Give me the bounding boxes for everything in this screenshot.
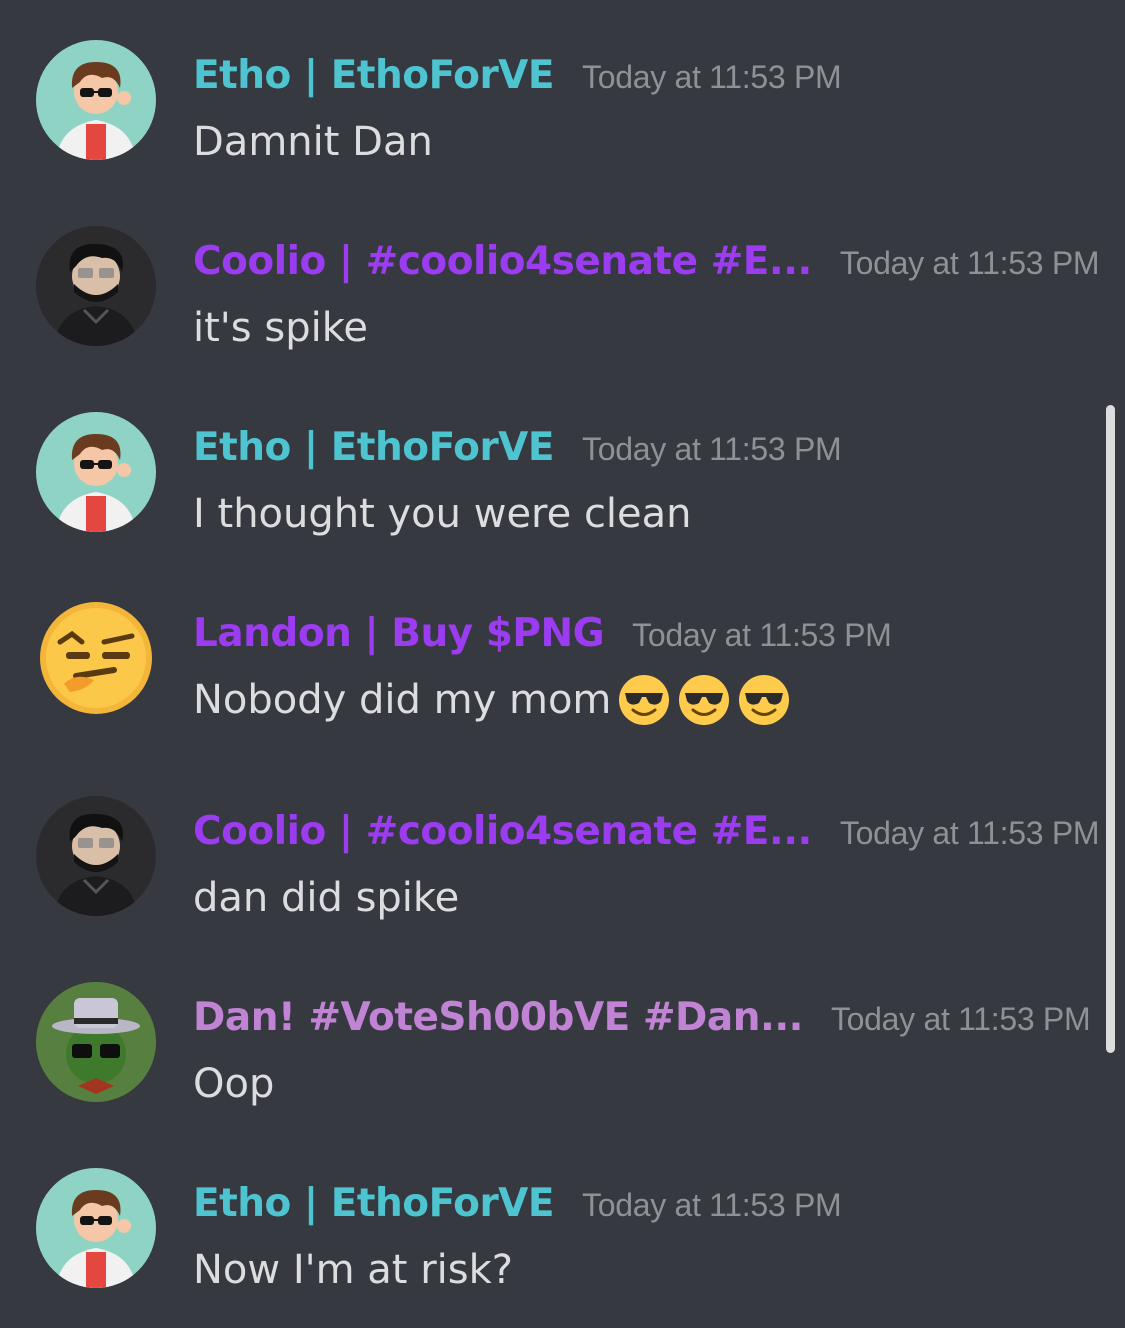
message-content: Damnit Dan xyxy=(193,112,433,172)
chat-messages: Etho | EthoForVE Today at 11:53 PM Damni… xyxy=(0,0,1105,1307)
coolio-avatar-icon xyxy=(36,226,156,346)
username[interactable]: Dan! #VoteSh00bVE #Dan... xyxy=(193,988,803,1048)
sunglasses-emoji-icon[interactable] xyxy=(677,673,731,727)
timestamp: Today at 11:53 PM xyxy=(582,431,842,467)
message-header: Landon | Buy $PNG Today at 11:53 PM xyxy=(193,604,892,664)
message-header: Dan! #VoteSh00bVE #Dan... Today at 11:53… xyxy=(193,988,1091,1048)
message-text: I thought you were clean xyxy=(193,491,692,537)
timestamp: Today at 11:53 PM xyxy=(839,245,1100,281)
timestamp: Today at 11:53 PM xyxy=(632,617,892,653)
message-content: dan did spike xyxy=(193,868,459,928)
username[interactable]: Etho | EthoForVE xyxy=(193,418,555,478)
message-item: Coolio | #coolio4senate #E... Today at 1… xyxy=(0,796,1100,956)
username[interactable]: Landon | Buy $PNG xyxy=(193,604,605,664)
avatar[interactable] xyxy=(36,796,156,916)
message-header: Etho | EthoForVE Today at 11:53 PM xyxy=(193,46,842,106)
etho-avatar-icon xyxy=(36,412,156,532)
message-item: Etho | EthoForVE Today at 11:53 PM I tho… xyxy=(0,412,1100,572)
message-item: Coolio | #coolio4senate #E... Today at 1… xyxy=(0,226,1100,386)
message-item: Etho | EthoForVE Today at 11:53 PM Damni… xyxy=(0,40,1100,200)
username[interactable]: Etho | EthoForVE xyxy=(193,46,555,106)
message-item: Etho | EthoForVE Today at 11:53 PM Now I… xyxy=(0,1168,1100,1328)
sunglasses-emoji-icon[interactable] xyxy=(617,673,671,727)
username[interactable]: Coolio | #coolio4senate #E... xyxy=(193,802,812,862)
coolio-avatar-icon xyxy=(36,796,156,916)
timestamp: Today at 11:53 PM xyxy=(582,59,842,95)
message-header: Coolio | #coolio4senate #E... Today at 1… xyxy=(193,232,1100,292)
message-text: Nobody did my mom xyxy=(193,677,612,723)
message-content: Nobody did my mom xyxy=(193,670,791,730)
timestamp: Today at 11:53 PM xyxy=(839,815,1100,851)
avatar[interactable] xyxy=(36,598,156,718)
username[interactable]: Etho | EthoForVE xyxy=(193,1174,555,1234)
sunglasses-emoji-icon[interactable] xyxy=(737,673,791,727)
message-content: I thought you were clean xyxy=(193,484,692,544)
message-item: Landon | Buy $PNG Today at 11:53 PM Nobo… xyxy=(0,598,1100,758)
etho-avatar-icon xyxy=(36,40,156,160)
message-content: Oop xyxy=(193,1054,274,1114)
avatar[interactable] xyxy=(36,982,156,1102)
message-text: Oop xyxy=(193,1061,275,1107)
message-text: it's spike xyxy=(193,305,369,351)
message-content: it's spike xyxy=(193,298,368,358)
dan-avatar-icon xyxy=(36,982,156,1102)
avatar[interactable] xyxy=(36,412,156,532)
timestamp: Today at 11:53 PM xyxy=(582,1187,842,1223)
avatar[interactable] xyxy=(36,1168,156,1288)
avatar[interactable] xyxy=(36,226,156,346)
scrollbar-thumb[interactable] xyxy=(1106,405,1115,1053)
message-header: Etho | EthoForVE Today at 11:53 PM xyxy=(193,1174,842,1234)
timestamp: Today at 11:53 PM xyxy=(830,1001,1091,1037)
username[interactable]: Coolio | #coolio4senate #E... xyxy=(193,232,812,292)
landon-avatar-icon xyxy=(36,598,156,718)
message-text: Now I'm at risk? xyxy=(193,1247,513,1293)
etho-avatar-icon xyxy=(36,1168,156,1288)
message-content: Now I'm at risk? xyxy=(193,1240,513,1300)
message-header: Coolio | #coolio4senate #E... Today at 1… xyxy=(193,802,1100,862)
message-text: Damnit Dan xyxy=(193,119,433,165)
message-item: Dan! #VoteSh00bVE #Dan... Today at 11:53… xyxy=(0,982,1100,1142)
avatar[interactable] xyxy=(36,40,156,160)
message-text: dan did spike xyxy=(193,875,460,921)
message-header: Etho | EthoForVE Today at 11:53 PM xyxy=(193,418,842,478)
